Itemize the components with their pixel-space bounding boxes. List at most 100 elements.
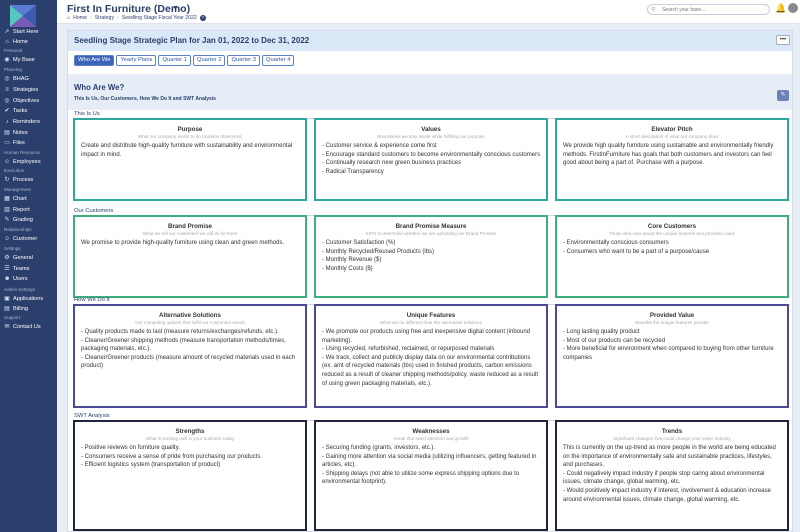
search-input[interactable] — [647, 4, 770, 15]
card-body: - Long lasting quality product - Most of … — [557, 325, 787, 362]
card-values[interactable]: Values Boundaries we stay inside while fu… — [314, 118, 548, 201]
sidebar-item-label: Strategies — [13, 86, 39, 93]
sidebar-section-label: Planning — [4, 67, 22, 72]
team-icon: ☰ — [4, 265, 10, 272]
card-body-line: - Monthly Recycled/Reused Products (lbs) — [322, 248, 435, 255]
sidebar-item-process[interactable]: ↻ Process — [4, 175, 33, 184]
card-title: Weaknesses — [412, 428, 450, 435]
sidebar-item-tasks[interactable]: ✔ Tasks — [4, 106, 27, 115]
card-body-line: - Gaining more attention via social medi… — [322, 453, 537, 469]
card-body: We promise to provide high-quality furni… — [75, 236, 305, 248]
card-body-line: - Customer Satisfaction (%) — [322, 240, 396, 246]
sidebar-item-chart[interactable]: ▦ Chart — [4, 194, 27, 203]
sidebar-item-label: Tasks — [13, 107, 28, 114]
sidebar-item-files[interactable]: ▭ Files — [4, 138, 25, 147]
card-title: Values — [421, 126, 441, 133]
more-options-button[interactable]: ••• — [776, 35, 790, 45]
card-body-line: We provide high quality furniture using … — [563, 143, 774, 167]
apps-icon: ▣ — [4, 295, 10, 302]
card-brand-promise-measure[interactable]: Brand Promise Measure KPI's to determine … — [314, 215, 548, 298]
sidebar-item-teams[interactable]: ☰ Teams — [4, 264, 29, 273]
sidebar-section-label: Human Resource — [4, 150, 40, 155]
edit-pencil-icon[interactable]: ✎ — [777, 90, 789, 101]
sidebar-item-general[interactable]: ⚙ General — [4, 253, 33, 262]
breadcrumb-separator: › — [89, 15, 92, 21]
section-title: Who Are We? — [74, 83, 125, 92]
card-weaknesses[interactable]: Weaknesses Areas that need attention and … — [314, 420, 548, 531]
gear-icon: ⚙ — [4, 254, 10, 261]
card-alternative-solutions[interactable]: Alternative Solutions Our competing optio… — [73, 304, 307, 408]
sidebar-item-label: Reminders — [13, 118, 41, 125]
refresh-icon: ↻ — [4, 176, 10, 183]
sidebar-item-start-here[interactable]: ➚ Start Here — [4, 27, 38, 36]
sidebar-item-applications[interactable]: ▣ Applications — [4, 294, 43, 303]
chevron-down-icon[interactable]: ▼ — [172, 5, 179, 12]
card-elevator-pitch[interactable]: Elevator Pitch A short description of wha… — [555, 118, 789, 201]
breadcrumb-home[interactable]: Home — [73, 15, 87, 21]
tab-yearly-plans[interactable]: Yearly Plans — [116, 55, 157, 66]
tab-quarter-2[interactable]: Quarter 2 — [192, 55, 226, 66]
card-purpose[interactable]: Purpose What our company exists to do (mi… — [73, 118, 307, 201]
notification-bell-icon[interactable]: 🔔 — [775, 3, 786, 14]
sidebar-item-my-base[interactable]: ◉ My Base — [4, 55, 35, 64]
list-icon: ≡ — [5, 86, 9, 93]
note-icon: ▤ — [4, 129, 10, 136]
target-icon: ◎ — [4, 75, 10, 82]
card-strengths[interactable]: Strengths What is working well in your bu… — [73, 420, 307, 531]
sidebar-item-contact-us[interactable]: ✉ Contact Us — [4, 322, 40, 331]
card-body-line: We promise to provide high-quality furni… — [81, 240, 285, 246]
breadcrumb-strategy[interactable]: Strategy — [95, 15, 114, 21]
card-unique-features[interactable]: Unique Features What we do different than… — [314, 304, 548, 408]
breadcrumb-separator: › — [117, 15, 119, 21]
card-body-line: - Positive reviews on furniture quality. — [81, 445, 180, 451]
card-title: Core Customers — [647, 223, 697, 230]
sidebar-item-bhag[interactable]: ◎ BHAG — [4, 74, 28, 83]
sidebar-item-reminders[interactable]: ♪ Reminders — [4, 117, 41, 126]
people-icon: ☺ — [4, 158, 11, 165]
pencil-icon: ✎ — [4, 216, 10, 223]
card-trends[interactable]: Trends Significant changes that could cha… — [555, 420, 789, 531]
card-provided-value[interactable]: Provided Value Benefits the unique featur… — [555, 304, 789, 408]
card-body-line: - Continually research new green busines… — [322, 160, 462, 167]
sidebar-item-grading[interactable]: ✎ Grading — [4, 215, 32, 224]
tab-who-are-we[interactable]: Who Are We — [74, 55, 115, 66]
rocket-icon: ➚ — [4, 28, 10, 35]
card-body-line: - Radical Transparency — [322, 168, 384, 175]
card-title: Provided Value — [649, 312, 695, 319]
sidebar-item-users[interactable]: ☻ Users — [4, 274, 28, 283]
sidebar-item-label: Home — [13, 38, 28, 45]
breadcrumb: ⌂ Home › Strategy › Seedling Stage Fisca… — [67, 15, 206, 21]
sidebar-section-label: Relationships — [4, 227, 32, 232]
sidebar-section-label: Settings — [4, 246, 21, 251]
tab-quarter-3[interactable]: Quarter 3 — [227, 55, 260, 66]
sidebar-item-billing[interactable]: ▤ Billing — [4, 304, 28, 313]
card-body-line: - Environmentally conscious consumers — [563, 240, 669, 246]
card-brand-promise[interactable]: Brand Promise What we tell our customers … — [73, 215, 307, 298]
sidebar-item-notes[interactable]: ▤ Notes — [4, 128, 27, 137]
tab-quarter-4[interactable]: Quarter 4 — [261, 55, 295, 66]
mail-icon: ✉ — [4, 323, 10, 330]
card-title: Trends — [661, 428, 683, 435]
tab-quarter-1[interactable]: Quarter 1 — [158, 55, 191, 66]
card-body-line: - Encourage standard customers to become… — [322, 151, 541, 158]
sidebar-section-label: Execution — [4, 168, 25, 173]
help-icon[interactable]: ? — [199, 15, 206, 21]
sidebar-item-customer[interactable]: ☺ Customer — [4, 234, 37, 243]
search-icon: ⚲ — [651, 7, 656, 13]
card-title: Strengths — [175, 428, 205, 435]
main-panel: Seedling Stage Strategic Plan for Jan 01… — [67, 30, 793, 532]
avatar[interactable] — [788, 3, 798, 13]
sidebar-item-home[interactable]: ⌂ Home — [4, 37, 28, 46]
sidebar-item-label: My Base — [13, 56, 35, 63]
sidebar-item-strategies[interactable]: ≡ Strategies — [4, 85, 38, 94]
bullseye-icon: ◎ — [4, 97, 10, 104]
card-title: Brand Promise Measure — [395, 223, 467, 230]
card-core-customers[interactable]: Core Customers Those who care about the u… — [555, 215, 789, 298]
app-logo[interactable] — [8, 3, 38, 29]
sidebar-item-report[interactable]: ▥ Report — [4, 205, 30, 214]
sidebar-item-employees[interactable]: ☺ Employees — [4, 157, 41, 166]
sidebar-item-objectives[interactable]: ◎ Objectives — [4, 96, 39, 105]
card-body-line: - Would positively impact industry if in… — [563, 487, 771, 503]
card-body-line: - Quality products made to last (measure… — [81, 329, 279, 335]
card-body-line: - Monthly Costs ($) — [322, 265, 373, 272]
